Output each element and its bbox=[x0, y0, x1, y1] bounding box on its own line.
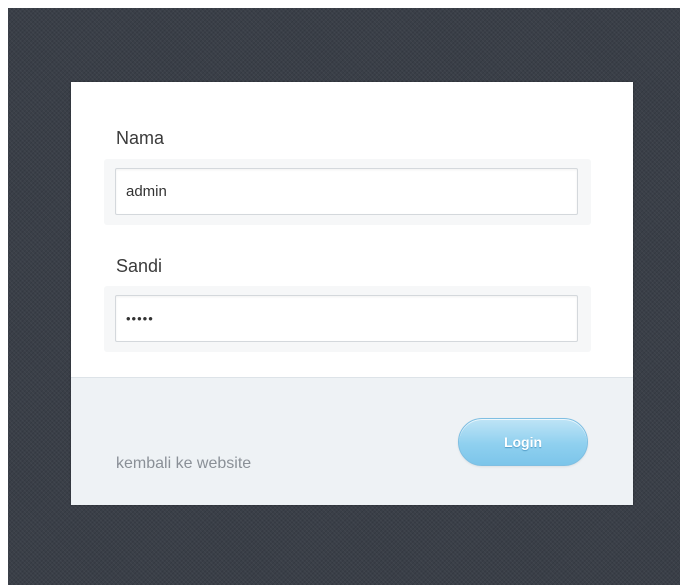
login-form: Nama Sandi bbox=[71, 82, 633, 377]
password-field-wrapper bbox=[104, 286, 591, 352]
back-to-website-link[interactable]: kembali ke website bbox=[116, 455, 251, 473]
username-label: Nama bbox=[116, 128, 165, 148]
form-footer: kembali ke website Login bbox=[71, 377, 633, 505]
password-label: Sandi bbox=[116, 256, 163, 276]
password-input[interactable] bbox=[115, 295, 578, 342]
login-button[interactable]: Login bbox=[458, 418, 588, 466]
username-input[interactable] bbox=[115, 168, 578, 215]
username-field-wrapper bbox=[104, 159, 591, 225]
page-background: Nama Sandi kembali ke website Login bbox=[8, 8, 680, 585]
login-panel: Nama Sandi kembali ke website Login bbox=[71, 82, 633, 505]
